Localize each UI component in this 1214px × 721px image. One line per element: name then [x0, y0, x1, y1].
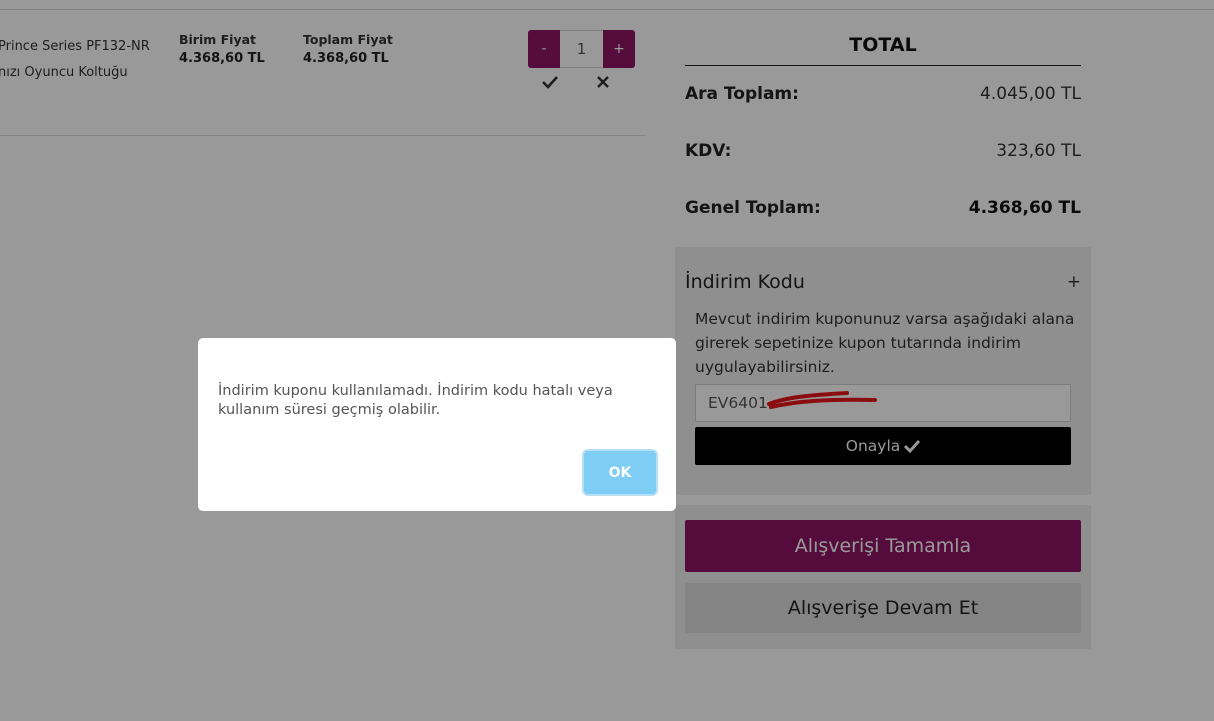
- error-message: İndirim kuponu kullanılamadı. İndirim ko…: [218, 383, 613, 418]
- error-dialog: İndirim kuponu kullanılamadı. İndirim ko…: [198, 338, 676, 511]
- ok-button[interactable]: OK: [584, 451, 656, 494]
